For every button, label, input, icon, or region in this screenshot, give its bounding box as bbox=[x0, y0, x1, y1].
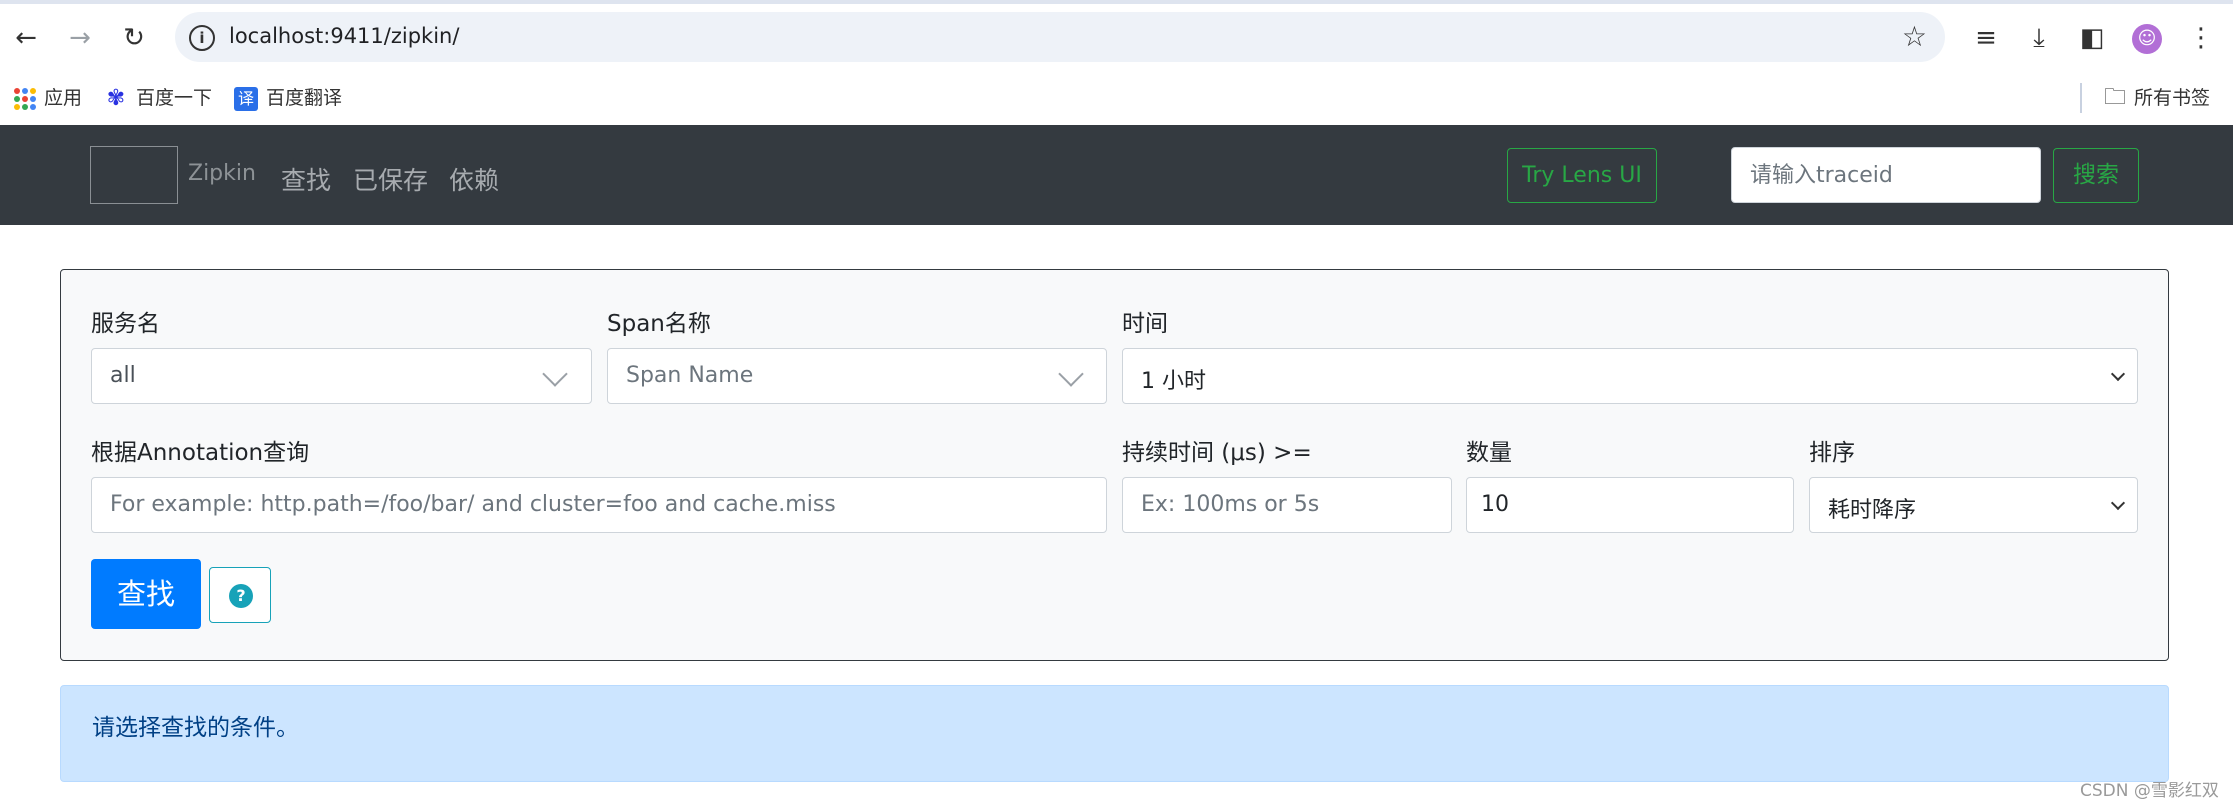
profile-avatar[interactable]: ☺ bbox=[2132, 24, 2162, 54]
reading-list-icon[interactable]: ≡ bbox=[1970, 22, 2002, 54]
all-bookmarks-label: 所有书签 bbox=[2134, 87, 2211, 109]
chevron-down-icon bbox=[2110, 366, 2126, 382]
download-icon[interactable]: ⤓ bbox=[2023, 22, 2055, 54]
annotation-placeholder: For example: http.path=/foo/bar/ and clu… bbox=[110, 492, 836, 517]
nav-link-find[interactable]: 查找 bbox=[281, 161, 331, 197]
bookmarks-bar: 应用 ✾ 百度一下 译百度翻译 🗀 所有书签 bbox=[0, 73, 2233, 125]
chevron-down-icon bbox=[542, 361, 568, 387]
app-navbar: Zipkin 查找 已保存 依赖 Try Lens UI 搜索 bbox=[0, 125, 2233, 225]
site-info-icon[interactable]: i bbox=[189, 25, 215, 51]
bookmark-baidu[interactable]: ✾ 百度一下 bbox=[104, 83, 212, 113]
help-button[interactable]: ? bbox=[209, 567, 271, 623]
bookmark-baidu-label: 百度一下 bbox=[136, 87, 213, 109]
brand-name[interactable]: Zipkin bbox=[188, 161, 256, 186]
traceid-input[interactable] bbox=[1731, 147, 2041, 203]
bookmark-translate-label: 百度翻译 bbox=[266, 87, 343, 109]
chevron-down-icon bbox=[1058, 361, 1084, 387]
duration-placeholder: Ex: 100ms or 5s bbox=[1141, 492, 1320, 517]
baidu-paw-icon: ✾ bbox=[106, 85, 126, 111]
service-label: 服务名 bbox=[91, 311, 160, 337]
find-traces-button[interactable]: 查找 bbox=[91, 559, 201, 629]
info-alert-message: 请选择查找的条件。 bbox=[92, 715, 299, 741]
bookmarks-divider bbox=[2080, 83, 2082, 113]
question-circle-icon: ? bbox=[229, 584, 253, 608]
time-label: 时间 bbox=[1122, 311, 1168, 337]
limit-input[interactable]: 10 bbox=[1466, 477, 1794, 533]
bookmark-apps-label: 应用 bbox=[44, 87, 83, 109]
reload-icon[interactable]: ↻ bbox=[120, 24, 148, 52]
min-duration-input[interactable]: Ex: 100ms or 5s bbox=[1122, 477, 1452, 533]
span-name-label: Span名称 bbox=[607, 311, 711, 337]
limit-value: 10 bbox=[1481, 492, 1509, 517]
folder-icon: 🗀 bbox=[2104, 85, 2127, 110]
watermark: CSDN @雪影红双 bbox=[2080, 781, 2219, 801]
sort-label: 排序 bbox=[1809, 440, 1855, 466]
chevron-down-icon bbox=[2110, 495, 2126, 511]
duration-label: 持续时间 (μs) >= bbox=[1122, 440, 1312, 466]
info-alert: 请选择查找的条件。 bbox=[60, 685, 2169, 782]
tab-strip bbox=[0, 0, 2233, 4]
bookmark-apps[interactable]: 应用 bbox=[14, 83, 82, 113]
search-traceid-button[interactable]: 搜索 bbox=[2053, 148, 2139, 203]
back-icon[interactable]: ← bbox=[12, 24, 40, 52]
search-form: 服务名 all Span名称 Span Name 时间 1 小时 根据Annot… bbox=[60, 269, 2169, 661]
all-bookmarks[interactable]: 🗀 所有书签 bbox=[2104, 83, 2210, 113]
time-range-value: 1 小时 bbox=[1141, 369, 1206, 394]
annotation-label: 根据Annotation查询 bbox=[91, 440, 310, 466]
service-value: all bbox=[110, 363, 136, 388]
apps-grid-icon bbox=[14, 87, 36, 110]
service-select[interactable]: all bbox=[91, 348, 592, 404]
nav-link-dependencies[interactable]: 依赖 bbox=[449, 161, 499, 197]
url-text[interactable]: localhost:9411/zipkin/ bbox=[229, 24, 459, 48]
more-menu-icon[interactable]: ⋮ bbox=[2185, 22, 2217, 54]
nav-link-saved[interactable]: 已保存 bbox=[353, 161, 428, 197]
translate-icon: 译 bbox=[234, 86, 258, 111]
bookmark-baidu-translate[interactable]: 译百度翻译 bbox=[234, 83, 342, 113]
span-name-select[interactable]: Span Name bbox=[607, 348, 1107, 404]
time-range-select[interactable]: 1 小时 bbox=[1122, 348, 2138, 404]
zipkin-logo-broken-image[interactable] bbox=[90, 146, 178, 204]
browser-toolbar: ← → ↻ i localhost:9411/zipkin/ ☆ ≡ ⤓ ◧ ☺… bbox=[0, 0, 2233, 73]
annotation-query-input[interactable]: For example: http.path=/foo/bar/ and clu… bbox=[91, 477, 1107, 533]
span-name-placeholder: Span Name bbox=[626, 363, 754, 388]
try-lens-ui-button[interactable]: Try Lens UI bbox=[1507, 148, 1657, 203]
bookmark-star-icon[interactable]: ☆ bbox=[1902, 20, 1927, 53]
side-panel-icon[interactable]: ◧ bbox=[2076, 22, 2108, 54]
forward-icon[interactable]: → bbox=[66, 24, 94, 52]
address-bar[interactable]: i localhost:9411/zipkin/ ☆ bbox=[175, 12, 1945, 62]
limit-label: 数量 bbox=[1466, 440, 1512, 466]
sort-order-select[interactable]: 耗时降序 bbox=[1809, 477, 2138, 533]
sort-order-value: 耗时降序 bbox=[1828, 498, 1917, 523]
